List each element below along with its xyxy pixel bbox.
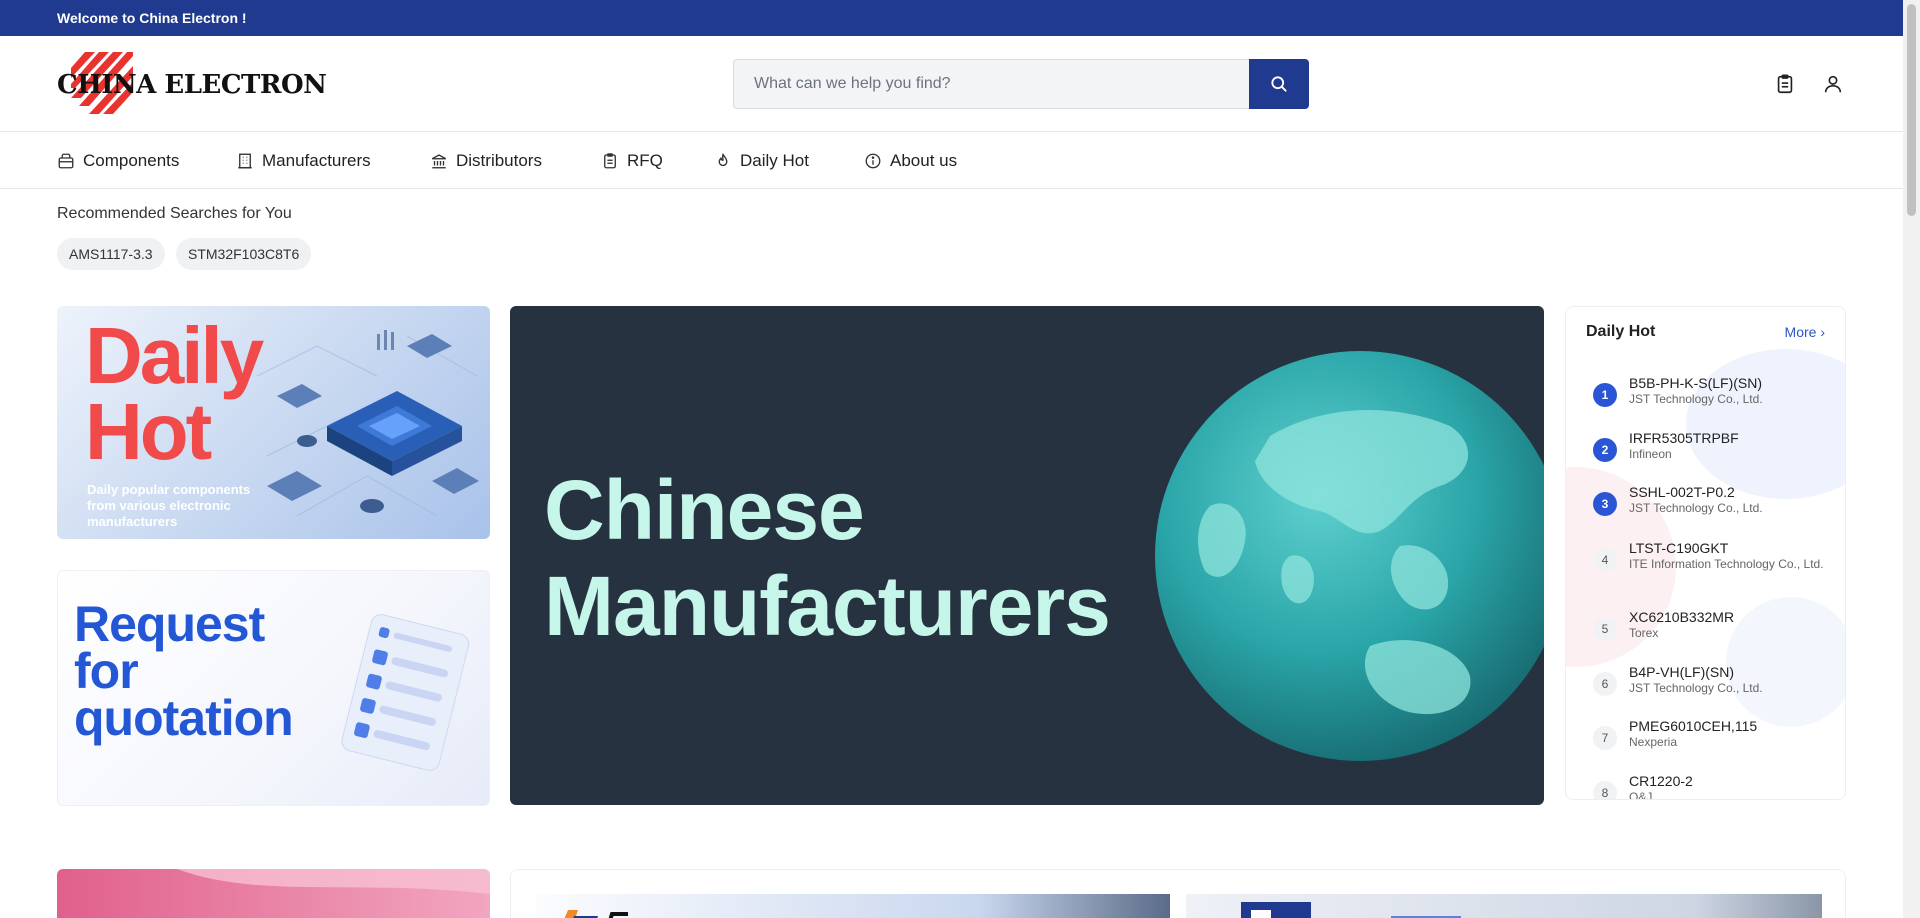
rank-badge: 1 [1593,383,1617,407]
rfq-line3: quotation [74,690,294,746]
daily-hot-banner[interactable]: Daily Hot Daily popular components from … [57,306,490,539]
chinese-manufacturers-banner[interactable]: Chinese Manufacturers [510,306,1544,805]
manufacturer-name: JST Technology Co., Ltd. [1629,392,1763,406]
part-number: LTST-C190GKT [1629,540,1729,556]
nav-rfq[interactable]: RFQ [601,133,663,189]
part-number: IRFR5305TRPBF [1629,430,1739,446]
daily-hot-panel: Daily Hot More › 1 B5B-PH-K-S(LF)(SN) JS… [1565,306,1846,800]
search-button[interactable] [1249,59,1309,109]
manufacturer-name: Torex [1629,626,1659,640]
main-line1: Chinese [544,463,865,557]
list-item[interactable]: 5 XC6210B332MR Torex [1566,609,1845,661]
main-nav: Components Manufacturers Distributors RF… [0,133,1903,189]
daily-line1: Daily [85,311,264,400]
rfq-banner[interactable]: Request for quotation [57,570,490,806]
nav-rfq-label: RFQ [627,151,663,170]
nav-manufacturers-label: Manufacturers [262,151,371,170]
list-item[interactable]: 4 LTST-C190GKT ITE Information Technolog… [1566,540,1845,592]
chip-board-illustration [257,330,479,517]
promo-card[interactable] [57,869,490,918]
manufacturer-logo-icon [564,910,628,918]
part-number: SSHL-002T-P0.2 [1629,484,1735,500]
user-icon [1824,75,1842,93]
wave-decoration [177,869,490,894]
nav-components-label: Components [83,151,180,170]
manufacturer-name: JST Technology Co., Ltd. [1629,501,1763,515]
rfq-line1: Request [74,596,265,652]
welcome-bar: Welcome to China Electron ! [0,0,1903,36]
list-item[interactable]: 1 B5B-PH-K-S(LF)(SN) JST Technology Co.,… [1566,375,1845,427]
info-icon [865,153,881,169]
main-banner-title: Chinese Manufacturers [544,462,1111,654]
daily-hot-panel-title: Daily Hot [1586,323,1656,340]
manufacturer-name: ITE Information Technology Co., Ltd. [1629,557,1824,571]
manufacturer-showcase [510,869,1846,918]
list-item[interactable]: 2 IRFR5305TRPBF Infineon [1566,430,1845,482]
daily-line2: Hot [85,387,212,476]
nav-daily-hot[interactable]: Daily Hot [714,133,809,189]
flame-icon [718,153,728,167]
part-number: PMEG6010CEH,115 [1629,718,1758,734]
nav-about-us-label: About us [890,151,958,170]
search-chip[interactable]: STM32F103C8T6 [176,238,312,270]
daily-hot-banner-title: Daily Hot [85,311,264,476]
part-number: XC6210B332MR [1629,609,1735,625]
clipboard-icon [1777,74,1793,94]
list-item[interactable]: 7 PMEG6010CEH,115 Nexperia [1566,718,1845,770]
clipboard-icon [604,153,616,169]
rfq-banner-title: Request for quotation [74,596,294,746]
manufacturer-logo-icon [1241,902,1461,918]
rank-badge: 3 [1593,492,1617,516]
manufacturer-name: O&J [1629,790,1653,800]
manufacturer-name: JST Technology Co., Ltd. [1629,681,1763,695]
daily-hot-banner-subtitle: Daily popular components from various el… [87,482,251,529]
daily-hot-more-link[interactable]: More › [1785,324,1825,340]
building-icon [238,153,252,169]
nav-components[interactable]: Components [57,133,179,189]
manufacturer-card[interactable] [1186,894,1822,918]
globe-illustration [1155,351,1544,761]
welcome-text: Welcome to China Electron ! [57,10,247,26]
rank-badge: 5 [1593,617,1617,641]
site-logo[interactable]: CHINA ELECTRON [57,50,327,118]
nav-distributors-label: Distributors [456,151,542,170]
manufacturer-name: Nexperia [1629,735,1678,749]
nav-manufacturers[interactable]: Manufacturers [236,133,371,189]
list-item[interactable]: 3 SSHL-002T-P0.2 JST Technology Co., Ltd… [1566,484,1845,536]
document-list-illustration [341,614,470,771]
rank-badge: 8 [1593,781,1617,799]
rank-badge: 7 [1593,726,1617,750]
nav-distributors[interactable]: Distributors [430,133,542,189]
part-number: B4P-VH(LF)(SN) [1629,664,1735,680]
rank-badge: 6 [1593,672,1617,696]
box-icon [58,153,74,169]
rfq-list-button[interactable] [1771,70,1799,98]
rank-badge: 2 [1593,438,1617,462]
manufacturer-card[interactable] [536,894,1170,918]
bank-icon [431,154,447,169]
account-button[interactable] [1819,70,1847,98]
list-item[interactable]: 8 CR1220-2 O&J [1566,773,1845,800]
recommended-searches-title: Recommended Searches for You [57,205,292,222]
scrollbar-thumb[interactable] [1907,4,1916,216]
manufacturer-name: Infineon [1629,447,1672,461]
rfq-line2: for [74,643,139,699]
list-item[interactable]: 6 B4P-VH(LF)(SN) JST Technology Co., Ltd… [1566,664,1845,716]
page-scrollbar[interactable] [1903,0,1920,918]
search-chip[interactable]: AMS1117-3.3 [57,238,165,270]
search-bar [733,59,1309,109]
nav-about-us[interactable]: About us [864,133,957,189]
main-line2: Manufacturers [544,559,1111,653]
site-header: CHINA ELECTRON [0,36,1903,132]
search-input[interactable] [733,59,1250,109]
nav-daily-hot-label: Daily Hot [740,151,809,170]
search-icon [1271,76,1287,92]
part-number: CR1220-2 [1629,773,1693,789]
part-number: B5B-PH-K-S(LF)(SN) [1629,375,1763,391]
rank-badge: 4 [1593,548,1617,572]
logo-text: CHINA ELECTRON [57,70,327,100]
